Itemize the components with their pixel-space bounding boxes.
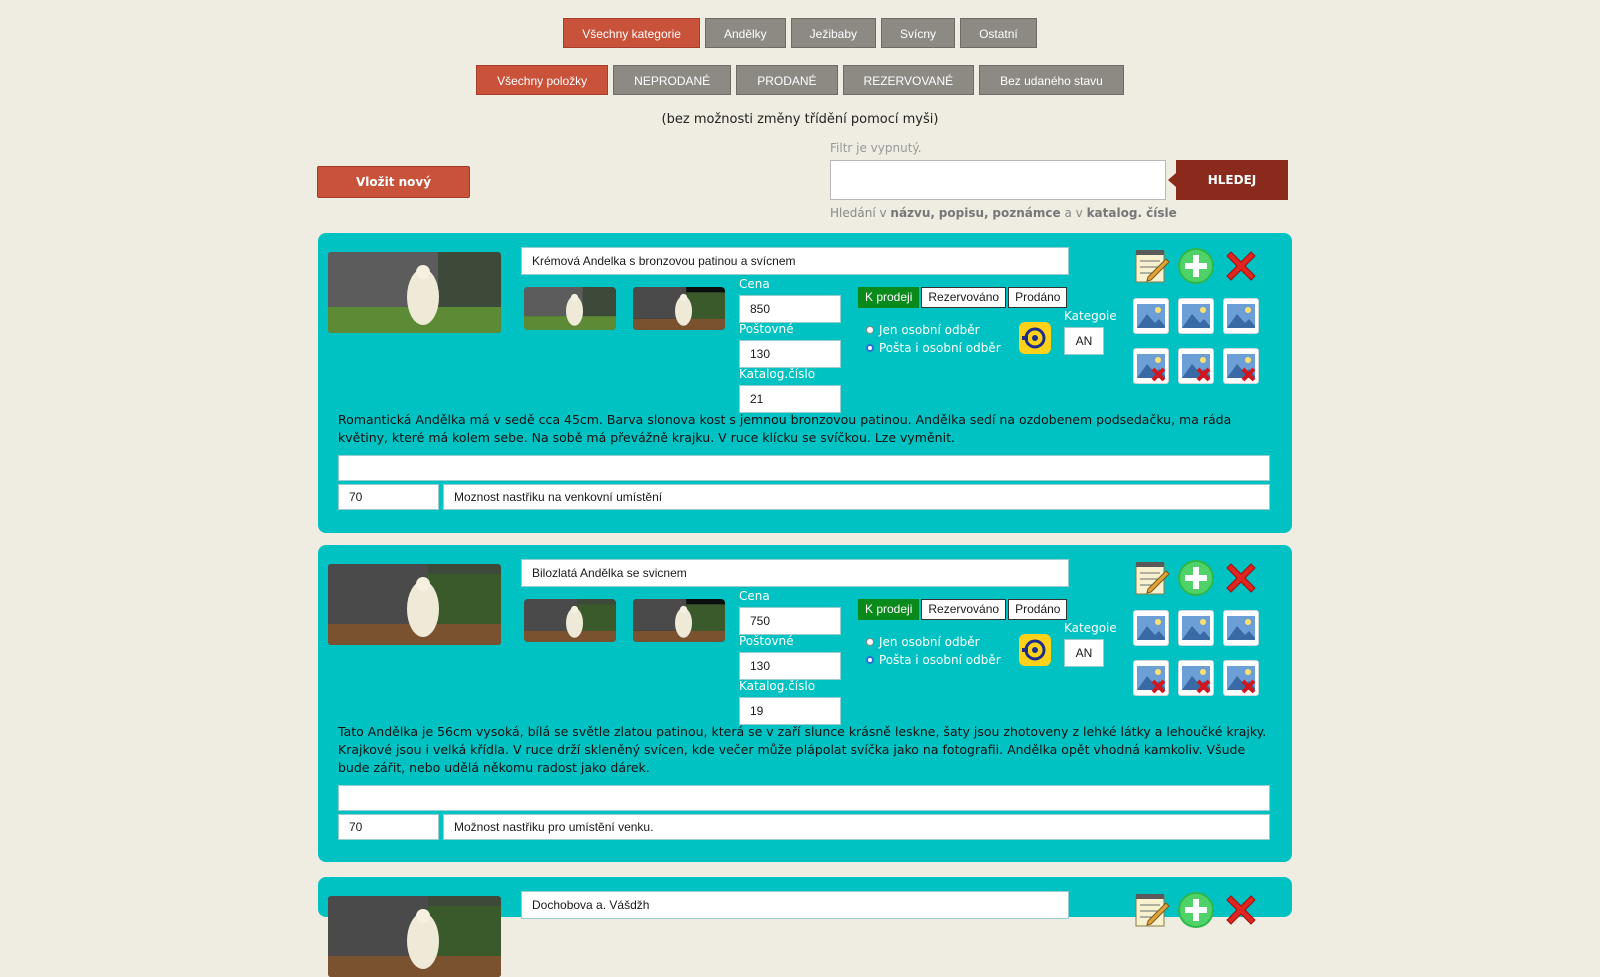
- item-thumbnail[interactable]: [633, 599, 725, 642]
- item-main-photo[interactable]: [328, 252, 501, 333]
- upload-image-icon[interactable]: [1223, 610, 1259, 646]
- item-title-input[interactable]: Krémová Andelka s bronzovou patinou a sv…: [521, 247, 1069, 275]
- radio-post-and-pickup[interactable]: Pošta i osobní odběr: [866, 341, 1001, 355]
- item-description[interactable]: Romantická Andělka má v sedě cca 45cm. B…: [338, 411, 1268, 447]
- shipping-input[interactable]: 130: [739, 652, 841, 680]
- filter-status: Filtr je vypnutý.: [830, 141, 922, 155]
- item-description[interactable]: Tato Andělka je 56cm vysoká, bílá se svě…: [338, 723, 1268, 777]
- edit-note-icon[interactable]: [1132, 247, 1170, 285]
- status-selector: K prodeji Rezervováno Prodáno: [858, 287, 1069, 308]
- post-horn-icon: [1019, 634, 1051, 666]
- tab-jezibaby[interactable]: Ježibaby: [790, 18, 877, 48]
- radio-post-and-pickup[interactable]: Pošta i osobní odběr: [866, 653, 1001, 667]
- radio-dot-selected: [866, 344, 874, 352]
- sort-hint: (bez možnosti změny třídění pomocí myši): [661, 112, 939, 127]
- upload-image-icon[interactable]: [1178, 610, 1214, 646]
- item-main-photo[interactable]: [328, 896, 501, 977]
- category-tabs: Všechny kategorie Andělky Ježibaby Svícn…: [0, 18, 1600, 48]
- upload-image-icon[interactable]: [1133, 298, 1169, 334]
- status-for-sale[interactable]: K prodeji: [858, 287, 920, 308]
- search-button[interactable]: HLEDEJ: [1168, 160, 1288, 200]
- price-label: Cena: [739, 277, 770, 291]
- insert-new-button[interactable]: Vložit nový: [317, 166, 470, 198]
- extra-price-input[interactable]: 70: [338, 814, 439, 840]
- category-label: Kategoie: [1064, 309, 1117, 323]
- radio-dot: [866, 326, 874, 334]
- price-label: Cena: [739, 589, 770, 603]
- post-horn-icon: [1019, 322, 1051, 354]
- catalog-label: Katalog.číslo: [739, 679, 816, 693]
- catalog-label: Katalog.číslo: [739, 367, 816, 381]
- delete-x-icon[interactable]: [1222, 247, 1260, 285]
- tab-reserved[interactable]: REZERVOVANÉ: [842, 65, 975, 95]
- edit-note-icon[interactable]: [1132, 559, 1170, 597]
- extra-price-input[interactable]: 70: [338, 484, 439, 510]
- radio-pickup-only[interactable]: Jen osobní odběr: [866, 323, 980, 337]
- price-input[interactable]: 850: [739, 295, 841, 323]
- state-tabs: Všechny položky NEPRODANÉ PRODANÉ REZERV…: [0, 65, 1600, 95]
- item-thumbnail[interactable]: [524, 287, 616, 330]
- delete-x-icon[interactable]: [1222, 891, 1260, 929]
- upload-image-icon[interactable]: [1133, 610, 1169, 646]
- tab-all-categories[interactable]: Všechny kategorie: [563, 18, 700, 48]
- delete-image-icon[interactable]: [1223, 660, 1259, 696]
- tab-andelky[interactable]: Andělky: [704, 18, 786, 48]
- add-plus-icon[interactable]: [1177, 891, 1215, 929]
- tab-svicny[interactable]: Svícny: [881, 18, 956, 48]
- item-note-input[interactable]: [338, 785, 1270, 811]
- shipping-label: Poštovné: [739, 322, 794, 336]
- delete-image-icon[interactable]: [1223, 348, 1259, 384]
- upload-image-icon[interactable]: [1178, 298, 1214, 334]
- status-sold[interactable]: Prodáno: [1008, 287, 1068, 308]
- extra-option-input[interactable]: Moznost nastřiku na venkovní umístění: [443, 484, 1270, 510]
- tab-no-state[interactable]: Bez udaného stavu: [979, 65, 1124, 95]
- search-help: Hledání v názvu, popisu, poznámce a v ka…: [830, 206, 1177, 220]
- delete-image-icon[interactable]: [1133, 348, 1169, 384]
- tab-all-items[interactable]: Všechny položky: [476, 65, 609, 95]
- status-selector: K prodeji Rezervováno Prodáno: [858, 599, 1069, 620]
- radio-dot: [866, 638, 874, 646]
- item-card: Bilozlatá Andělka se svicnem Cena 750 Pošto…: [318, 545, 1292, 862]
- add-plus-icon[interactable]: [1177, 247, 1215, 285]
- radio-dot-selected: [866, 656, 874, 664]
- status-for-sale[interactable]: K prodeji: [858, 599, 920, 620]
- add-plus-icon[interactable]: [1177, 559, 1215, 597]
- upload-image-icon[interactable]: [1223, 298, 1259, 334]
- item-card: Krémová Andelka s bronzovou patinou a sv…: [318, 233, 1292, 533]
- category-input[interactable]: AN: [1064, 639, 1104, 667]
- item-main-photo[interactable]: [328, 564, 501, 645]
- shipping-label: Poštovné: [739, 634, 794, 648]
- category-label: Kategoie: [1064, 621, 1117, 635]
- delete-x-icon[interactable]: [1222, 559, 1260, 597]
- edit-note-icon[interactable]: [1132, 891, 1170, 929]
- item-title-input[interactable]: Bilozlatá Andělka se svicnem: [521, 559, 1069, 587]
- item-thumbnail[interactable]: [633, 287, 725, 330]
- item-card: Dochobova a. Vášdžh: [318, 877, 1292, 977]
- category-input[interactable]: AN: [1064, 327, 1104, 355]
- tab-sold[interactable]: PRODANÉ: [736, 65, 838, 95]
- search-input[interactable]: [830, 160, 1166, 200]
- catalog-input[interactable]: 21: [739, 385, 841, 413]
- status-sold[interactable]: Prodáno: [1008, 599, 1068, 620]
- shipping-input[interactable]: 130: [739, 340, 841, 368]
- radio-pickup-only[interactable]: Jen osobní odběr: [866, 635, 980, 649]
- catalog-input[interactable]: 19: [739, 697, 841, 725]
- tab-ostatni[interactable]: Ostatní: [960, 18, 1037, 48]
- status-reserved[interactable]: Rezervováno: [921, 287, 1007, 308]
- delete-image-icon[interactable]: [1133, 660, 1169, 696]
- price-input[interactable]: 750: [739, 607, 841, 635]
- delete-image-icon[interactable]: [1178, 348, 1214, 384]
- item-note-input[interactable]: [338, 455, 1270, 481]
- item-thumbnail[interactable]: [524, 599, 616, 642]
- extra-option-input[interactable]: Možnost nastřiku pro umístění venku.: [443, 814, 1270, 840]
- item-title-input[interactable]: Dochobova a. Vášdžh: [521, 891, 1069, 919]
- tab-unsold[interactable]: NEPRODANÉ: [613, 65, 732, 95]
- status-reserved[interactable]: Rezervováno: [921, 599, 1007, 620]
- delete-image-icon[interactable]: [1178, 660, 1214, 696]
